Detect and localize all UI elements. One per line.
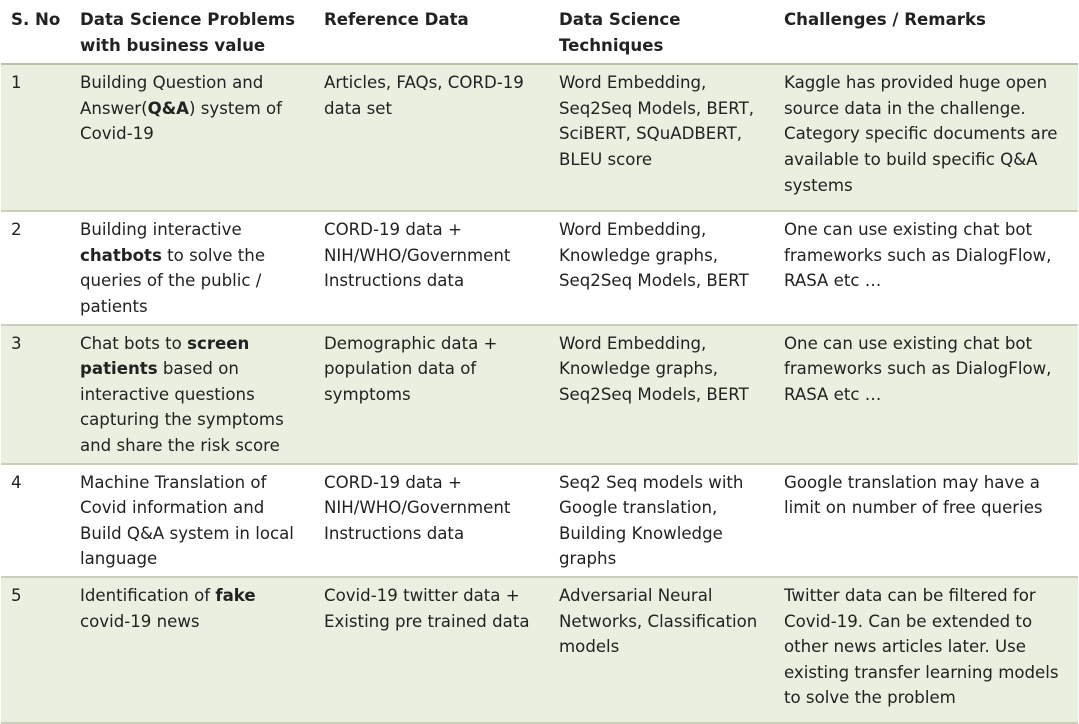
cell-problem: Building interactive chatbots to solve t… [70,211,314,326]
cell-problem: Machine Translation of Covid information… [70,463,314,578]
cell-problem: Chat bots to screen patients based on in… [70,324,314,465]
cell-sno: 2 [1,211,70,326]
cell-remarks: One can use existing chat bot frameworks… [774,211,1078,326]
problem-emphasis: chatbots [80,245,162,265]
cell-techniques: Adversarial Neural Networks, Classificat… [549,576,774,724]
table-row: 1 Building Question and Answer(Q&A) syst… [1,64,1078,213]
data-science-problems-table: S. No Data Science Problems with busines… [1,0,1078,724]
problem-text: Machine Translation of Covid information… [80,472,294,569]
cell-reference-data: Articles, FAQs, CORD-19 data set [314,64,549,213]
cell-problem: Identification of fake covid-19 news [70,576,314,724]
cell-remarks: Kaggle has provided huge open source dat… [774,64,1078,213]
cell-remarks: One can use existing chat bot frameworks… [774,324,1078,465]
problem-text: Building interactive [80,220,242,240]
cell-sno: 1 [1,64,70,213]
cell-techniques: Word Embedding, Knowledge graphs, Seq2Se… [549,211,774,326]
header-remarks: Challenges / Remarks [774,0,1078,66]
cell-remarks: Twitter data can be filtered for Covid-1… [774,576,1078,724]
cell-reference-data: CORD-19 data + NIH/WHO/Government Instru… [314,211,549,326]
cell-techniques: Word Embedding, Knowledge graphs, Seq2Se… [549,324,774,465]
header-sno: S. No [1,0,70,66]
header-techniques: Data Science Techniques [549,0,774,66]
header-reference-data: Reference Data [314,0,549,66]
cell-sno: 5 [1,576,70,724]
cell-techniques: Word Embedding, Seq2Seq Models, BERT, Sc… [549,64,774,213]
table-row: 3 Chat bots to screen patients based on … [1,324,1078,465]
cell-reference-data: CORD-19 data + NIH/WHO/Government Instru… [314,463,549,578]
table-row: 4 Machine Translation of Covid informati… [1,463,1078,578]
table-row: 2 Building interactive chatbots to solve… [1,211,1078,326]
cell-sno: 4 [1,463,70,578]
cell-reference-data: Demographic data + population data of sy… [314,324,549,465]
problem-text: Chat bots to [80,333,188,353]
problem-text-rest: covid-19 news [80,611,200,631]
page: S. No Data Science Problems with busines… [0,0,1079,724]
problem-emphasis: fake [215,585,256,605]
problem-text: Identification of [80,585,216,605]
table-header-row: S. No Data Science Problems with busines… [1,0,1078,66]
cell-techniques: Seq2 Seq models with Google translation,… [549,463,774,578]
problem-emphasis: Q&A [147,98,190,118]
cell-problem: Building Question and Answer(Q&A) system… [70,64,314,213]
cell-sno: 3 [1,324,70,465]
table-row: 5 Identification of fake covid-19 news C… [1,576,1078,724]
header-problems: Data Science Problems with business valu… [70,0,314,66]
cell-remarks: Google translation may have a limit on n… [774,463,1078,578]
cell-reference-data: Covid-19 twitter data + Existing pre tra… [314,576,549,724]
